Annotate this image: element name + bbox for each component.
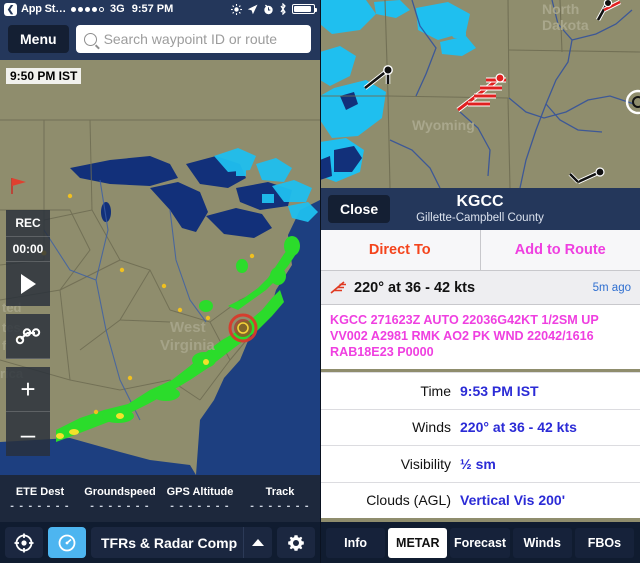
location-arrow-icon [247, 4, 258, 14]
pane-divider [320, 0, 321, 563]
field-key: Time [420, 382, 451, 399]
raw-metar-text: KGCC 271623Z AUTO 22036G42KT 1/2SM UP VV… [320, 305, 640, 369]
tab-forecast[interactable]: Forecast [450, 527, 510, 558]
play-triangle-icon [20, 274, 36, 294]
map-layer-selector[interactable]: TFRs & Radar Comp [91, 527, 272, 558]
search-input[interactable]: Search waypoint ID or route [75, 25, 311, 53]
status-icons-group [231, 3, 317, 15]
table-row: Visibility ½ sm [320, 445, 640, 482]
airport-panel-header: KGCC Gillette-Campbell County Close [320, 188, 640, 230]
field-key: Winds [412, 419, 451, 436]
direct-to-button[interactable]: Direct To [320, 230, 480, 270]
left-pane-map-screen: West Virginia ted tes f rica 9:50 PM IST… [0, 0, 320, 563]
network-type-label: 3G [110, 3, 125, 15]
menu-button[interactable]: Menu [8, 25, 69, 53]
svg-text:North: North [542, 1, 579, 17]
observation-age: 5m ago [592, 281, 631, 294]
gauge-icon [58, 534, 76, 551]
map-bottom-toolbar: TFRs & Radar Comp [0, 522, 320, 563]
field-value: 9:53 PM IST [460, 382, 539, 399]
signal-strength-dots [71, 6, 105, 12]
gear-icon [288, 534, 304, 551]
flight-data-strip: ETE Dest - - - - - - - Groundspeed - - -… [0, 475, 320, 522]
data-cell-track[interactable]: Track - - - - - - - [240, 485, 320, 513]
crosshair-target-icon [14, 533, 34, 552]
data-value: - - - - - - - [10, 499, 70, 512]
tab-metar[interactable]: METAR [388, 527, 448, 558]
map-layer-label: TFRs & Radar Comp [101, 534, 238, 551]
bluetooth-icon [280, 3, 286, 15]
map-right-graphics: North Dakota Wyoming [320, 0, 640, 188]
route-nodes-icon [15, 328, 41, 345]
app-root: West Virginia ted tes f rica 9:50 PM IST… [0, 0, 640, 563]
data-value: - - - - - - - [90, 499, 150, 512]
search-toolbar: Menu Search waypoint ID or route [0, 18, 320, 60]
data-cell-ete-dest[interactable]: ETE Dest - - - - - - - [0, 485, 80, 513]
radar-map-left[interactable]: West Virginia ted tes f rica 9:50 PM IST… [0, 60, 320, 475]
timer-readout[interactable]: 00:00 [6, 237, 50, 262]
data-cell-gps-altitude[interactable]: GPS Altitude - - - - - - - [160, 485, 240, 513]
data-label: ETE Dest [15, 485, 65, 498]
detail-tab-bar: Info METAR Forecast Winds FBOs [320, 522, 640, 563]
back-to-app-icon[interactable]: ❮ [4, 2, 17, 16]
data-value: - - - - - - - [250, 499, 310, 512]
map-tool-column: REC 00:00 + – [6, 210, 50, 456]
data-cell-groundspeed[interactable]: Groundspeed - - - - - - - [80, 485, 160, 513]
alarm-clock-icon [264, 4, 273, 14]
right-pane-airport-detail: North Dakota Wyoming KGCC Gillette-Campb… [320, 0, 640, 563]
zoom-out-button[interactable]: – [6, 411, 50, 456]
svg-text:West: West [170, 319, 206, 336]
radar-map-right[interactable]: North Dakota Wyoming [320, 0, 640, 188]
airport-action-row: Direct To Add to Route [320, 230, 640, 271]
wind-summary-row: 220° at 36 - 42 kts 5m ago [320, 271, 640, 305]
zoom-in-button[interactable]: + [6, 367, 50, 411]
field-value: ½ sm [460, 455, 496, 472]
field-key: Clouds (AGL) [366, 492, 451, 509]
search-icon [83, 32, 97, 46]
play-button[interactable] [6, 262, 50, 306]
rec-button[interactable]: REC [6, 210, 50, 237]
table-row: Winds 220° at 36 - 42 kts [320, 408, 640, 446]
field-value: 220° at 36 - 42 kts [460, 419, 577, 436]
center-on-position-button[interactable] [5, 527, 43, 558]
data-value: - - - - - - - [170, 499, 230, 512]
map-settings-button[interactable] [277, 527, 315, 558]
status-app-label: App St… [21, 3, 67, 15]
ios-status-bar: ❮ App St… 3G 9:57 PM [0, 0, 320, 18]
tab-fbos[interactable]: FBOs [574, 527, 635, 558]
data-label: Groundspeed [84, 485, 156, 498]
brightness-icon [231, 3, 242, 15]
metar-field-list: Time 9:53 PM IST Winds 220° at 36 - 42 k… [320, 372, 640, 518]
status-clock: 9:57 PM [131, 3, 174, 15]
instrument-panel-button[interactable] [48, 527, 86, 558]
tab-winds[interactable]: Winds [512, 527, 572, 558]
tab-info[interactable]: Info [326, 527, 386, 558]
data-label: GPS Altitude [166, 485, 234, 498]
add-to-route-button[interactable]: Add to Route [481, 230, 640, 270]
svg-text:Virginia: Virginia [160, 337, 215, 354]
wind-barb-icon [330, 281, 346, 294]
svg-text:Wyoming: Wyoming [412, 117, 475, 133]
svg-text:Dakota: Dakota [542, 17, 589, 33]
table-row: Time 9:53 PM IST [320, 372, 640, 409]
field-value: Vertical Vis 200' [460, 492, 566, 509]
field-key: Visibility [400, 455, 451, 472]
data-label: Track [265, 485, 295, 498]
wind-summary-text: 220° at 36 - 42 kts [354, 279, 476, 296]
battery-icon [292, 4, 317, 14]
radar-timestamp: 9:50 PM IST [6, 68, 82, 84]
table-row: Clouds (AGL) Vertical Vis 200' [320, 481, 640, 519]
layer-expand-button[interactable] [243, 527, 272, 558]
close-button[interactable]: Close [328, 195, 391, 223]
caret-up-icon [252, 539, 264, 546]
route-button[interactable] [6, 314, 50, 359]
search-placeholder: Search waypoint ID or route [103, 31, 278, 47]
